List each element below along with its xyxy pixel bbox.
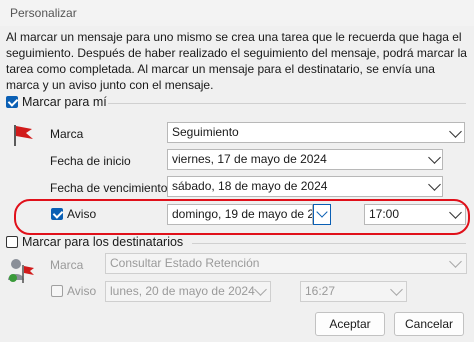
- window-title: Personalizar: [10, 6, 77, 20]
- recipient-reminder-time-select[interactable]: 16:27: [300, 281, 407, 302]
- recipient-reminder-time-value: 16:27: [305, 284, 336, 298]
- section-divider: [108, 103, 466, 104]
- start-date-picker[interactable]: viernes, 17 de mayo de 2024: [167, 149, 443, 170]
- start-date-label: Fecha de inicio: [50, 154, 131, 168]
- flag-for-me-label: Marcar para mí: [22, 95, 107, 109]
- due-date-label: Fecha de vencimiento: [50, 181, 168, 195]
- recipient-flag-icon: [8, 259, 34, 283]
- recipient-reminder-label: Aviso: [67, 284, 97, 298]
- recipient-marca-label: Marca: [50, 258, 84, 272]
- marca-value: Seguimiento: [172, 125, 239, 139]
- description-text: Al marcar un mensaje para uno mismo se c…: [6, 30, 467, 92]
- marca-label: Marca: [50, 127, 84, 141]
- flag-shape: [16, 126, 33, 139]
- cancel-button[interactable]: Cancelar: [394, 312, 464, 336]
- marca-select[interactable]: Seguimiento: [167, 122, 465, 143]
- annotation-highlight: [14, 199, 470, 235]
- flag-for-recipients-label: Marcar para los destinatarios: [22, 235, 184, 249]
- flag-for-recipients-checkbox[interactable]: [6, 236, 18, 248]
- section-divider: [192, 243, 466, 244]
- start-date-value: viernes, 17 de mayo de 2024: [172, 152, 327, 166]
- recipient-reminder-checkbox[interactable]: [51, 285, 63, 297]
- due-date-value: sábado, 18 de mayo de 2024: [172, 179, 328, 193]
- red-flag-icon: [14, 125, 33, 146]
- due-date-picker[interactable]: sábado, 18 de mayo de 2024: [167, 176, 443, 197]
- title-bar: Personalizar: [0, 0, 474, 26]
- flag-for-me-checkbox[interactable]: [6, 96, 18, 108]
- recipient-marca-value: Consultar Estado Retención: [110, 256, 260, 270]
- recipient-marca-select[interactable]: Consultar Estado Retención: [105, 253, 467, 274]
- recipient-reminder-date-value: lunes, 20 de mayo de 2024: [110, 284, 255, 298]
- recipient-reminder-date-picker[interactable]: lunes, 20 de mayo de 2024: [105, 281, 271, 302]
- accept-button[interactable]: Aceptar: [315, 312, 385, 336]
